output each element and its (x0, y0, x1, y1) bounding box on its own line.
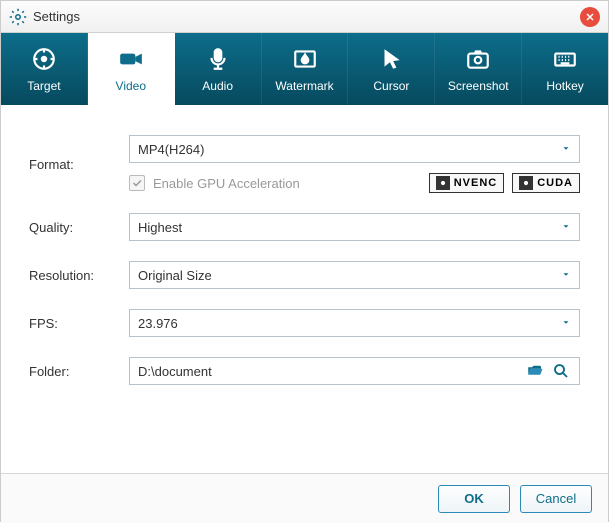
keyboard-icon (551, 45, 579, 73)
cancel-button[interactable]: Cancel (520, 485, 592, 513)
gpu-row: Enable GPU Acceleration NVENC CUDA (129, 173, 580, 193)
label-format: Format: (29, 157, 129, 172)
tabbar: Target Video Audio Watermark Cursor Scre… (1, 33, 608, 105)
tab-cursor[interactable]: Cursor (348, 33, 435, 105)
badge-text: NVENC (454, 177, 498, 189)
watermark-icon (291, 45, 319, 73)
target-icon (30, 45, 58, 73)
tab-screenshot[interactable]: Screenshot (435, 33, 522, 105)
tab-watermark[interactable]: Watermark (262, 33, 349, 105)
titlebar: Settings (1, 1, 608, 33)
row-quality: Quality: Highest (29, 213, 580, 241)
row-folder: Folder: D:\document (29, 357, 580, 385)
ok-button[interactable]: OK (438, 485, 510, 513)
nvenc-badge: NVENC (429, 173, 505, 193)
fps-value: 23.976 (138, 316, 178, 331)
tab-label: Cursor (373, 79, 409, 93)
format-value: MP4(H264) (138, 142, 204, 157)
tab-label: Video (116, 79, 146, 93)
folder-open-icon[interactable] (525, 361, 545, 381)
badge-text: CUDA (537, 177, 573, 189)
search-icon[interactable] (551, 361, 571, 381)
content-panel: Format: MP4(H264) Enable GPU Acceleratio… (1, 105, 608, 473)
gear-icon (9, 8, 27, 26)
tab-label: Audio (202, 79, 233, 93)
video-icon (117, 45, 145, 73)
fps-select[interactable]: 23.976 (129, 309, 580, 337)
chevron-down-icon (561, 220, 571, 235)
folder-value: D:\document (138, 364, 525, 379)
label-fps: FPS: (29, 316, 129, 331)
nvidia-icon (436, 176, 450, 190)
tab-label: Hotkey (546, 79, 583, 93)
tab-target[interactable]: Target (1, 33, 88, 105)
window-title: Settings (33, 9, 580, 24)
chevron-down-icon (561, 142, 571, 157)
quality-select[interactable]: Highest (129, 213, 580, 241)
gpu-label: Enable GPU Acceleration (153, 176, 421, 191)
label-quality: Quality: (29, 220, 129, 235)
resolution-select[interactable]: Original Size (129, 261, 580, 289)
row-format: Format: MP4(H264) Enable GPU Acceleratio… (29, 135, 580, 193)
tab-video[interactable]: Video (88, 33, 175, 105)
nvidia-icon (519, 176, 533, 190)
label-resolution: Resolution: (29, 268, 129, 283)
chevron-down-icon (561, 316, 571, 331)
row-resolution: Resolution: Original Size (29, 261, 580, 289)
chevron-down-icon (561, 268, 571, 283)
audio-icon (204, 45, 232, 73)
folder-input[interactable]: D:\document (129, 357, 580, 385)
tab-audio[interactable]: Audio (175, 33, 262, 105)
tab-label: Target (27, 79, 60, 93)
camera-icon (464, 45, 492, 73)
label-folder: Folder: (29, 364, 129, 379)
tab-label: Screenshot (448, 79, 509, 93)
tab-label: Watermark (275, 79, 333, 93)
close-button[interactable] (580, 7, 600, 27)
row-fps: FPS: 23.976 (29, 309, 580, 337)
cursor-icon (377, 45, 405, 73)
cuda-badge: CUDA (512, 173, 580, 193)
footer: OK Cancel (1, 473, 608, 523)
tab-hotkey[interactable]: Hotkey (522, 33, 608, 105)
resolution-value: Original Size (138, 268, 212, 283)
format-select[interactable]: MP4(H264) (129, 135, 580, 163)
quality-value: Highest (138, 220, 182, 235)
gpu-checkbox[interactable] (129, 175, 145, 191)
